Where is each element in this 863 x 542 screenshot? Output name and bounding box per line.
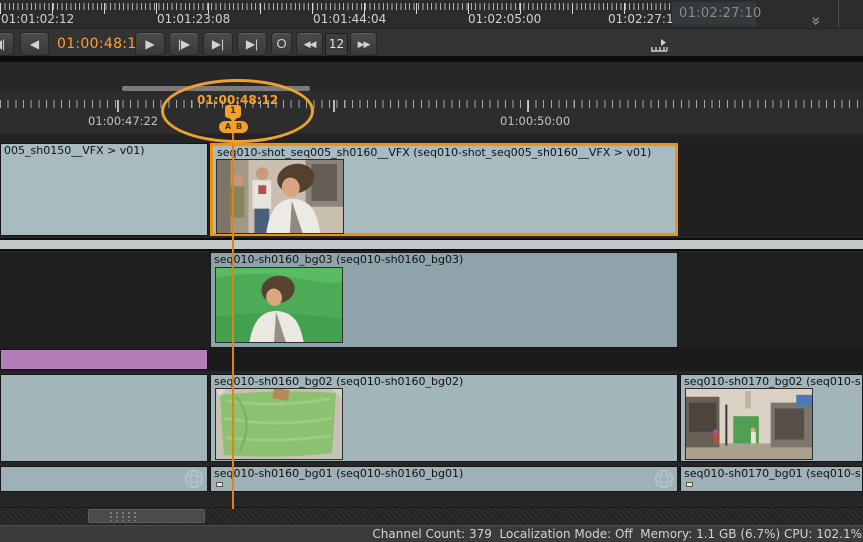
- transport-bar: ◀| ◀ 01:00:48:12 ▶ |▶ ▶| ▶| O ◀◀ 12 ▶▶: [0, 28, 863, 58]
- clip-thumbnail-green-cloth: [215, 388, 343, 460]
- back-frames-button[interactable]: ◀◀: [296, 32, 323, 56]
- track-row-vfx: 005_sh0150__VFX > v01) seq010-shot_seq00…: [0, 143, 863, 236]
- clip-title: seq010-sh0170_bg01 (seq010-sh01: [684, 467, 860, 480]
- timeline-clip[interactable]: seq010-sh0160_bg03 (seq010-sh0160_bg03): [210, 252, 678, 348]
- forward-frames-button[interactable]: ▶▶: [350, 32, 377, 56]
- timeline-clip-purple[interactable]: [0, 349, 208, 370]
- clip-title: seq010-sh0160_bg02 (seq010-sh0160_bg02): [214, 375, 675, 388]
- timeline-clip[interactable]: [0, 374, 208, 462]
- horizontal-scrollbar-thumb[interactable]: [88, 509, 205, 523]
- marker-a-label: A: [225, 121, 231, 133]
- track-header-strip: [0, 134, 863, 143]
- timeline-clip[interactable]: seq010-sh0170_bg01 (seq010-sh01: [680, 466, 863, 492]
- timeline-clip[interactable]: seq010-sh0170_bg02 (seq010-sh01: [680, 374, 863, 462]
- marker-b-label: B: [236, 121, 242, 133]
- timeline-ruler-label: 01:00:47:22: [88, 114, 158, 128]
- clip-thumbnail-boy-street: [216, 159, 344, 234]
- top-ruler-label: 01:02:05:00: [468, 12, 541, 26]
- timeline-clip[interactable]: 005_sh0150__VFX > v01): [0, 143, 208, 236]
- render-status-icon: [216, 482, 223, 487]
- marker-ab-badge[interactable]: A B: [219, 121, 248, 133]
- play-button[interactable]: ▶: [135, 32, 165, 56]
- clip-title: seq010-shot_seq005_sh0160__VFX (seq010-s…: [217, 146, 673, 159]
- track-row-bg02: seq010-sh0160_bg02 (seq010-sh0160_bg02) …: [0, 374, 863, 462]
- track-row-bg01: seq010-sh0160_bg01 (seq010-sh0160_bg01) …: [0, 466, 863, 492]
- track-row-purple: [0, 348, 863, 371]
- track-row-bg03: seq010-sh0160_bg03 (seq010-sh0160_bg03): [0, 252, 863, 348]
- timeline-ruler-ticks: [0, 100, 863, 108]
- nle-timeline-window: 01:01:02:12 01:01:23:08 01:01:44:04 01:0…: [0, 0, 863, 542]
- current-timecode-display: 01:00:48:12: [57, 32, 133, 56]
- timeline-marker-1[interactable]: 1: [225, 105, 241, 118]
- scrollbar-grip-dots: [110, 512, 137, 521]
- frame-count-field[interactable]: 12: [325, 33, 348, 56]
- top-ruler-label: 01:02:27:10: [608, 12, 681, 26]
- clip-thumbnail-boy-greenscreen: [215, 267, 343, 343]
- timeline-clip-selected[interactable]: seq010-shot_seq005_sh0160__VFX (seq010-s…: [210, 143, 678, 236]
- timeline-ruler-label: 01:00:50:00: [500, 114, 570, 128]
- timeline-clip[interactable]: [0, 466, 208, 492]
- timeline-clip[interactable]: seq010-sh0160_bg02 (seq010-sh0160_bg02): [210, 374, 678, 462]
- top-ruler-label: 01:01:02:12: [1, 12, 74, 26]
- track-divider-bar[interactable]: [0, 238, 863, 251]
- top-ruler-label: 01:01:23:08: [157, 12, 230, 26]
- play-reverse-button[interactable]: ◀: [20, 32, 49, 56]
- step-back-button[interactable]: ◀|: [0, 32, 14, 56]
- clip-title: seq010-sh0170_bg02 (seq010-sh01: [684, 375, 860, 388]
- play-in-to-out-button[interactable]: |▶: [169, 32, 199, 56]
- motion-adapter-icon: [654, 469, 674, 489]
- timeline-ruler[interactable]: 01:00:47:22 01:00:50:00: [0, 91, 863, 134]
- go-to-end-button[interactable]: ▶|: [237, 32, 267, 56]
- playhead-line[interactable]: [232, 129, 234, 509]
- timeline-ruler-major-tick: [333, 100, 335, 112]
- secondary-timecode-display: 01:02:27:10: [672, 2, 756, 26]
- timeline-ruler-major-tick: [527, 100, 529, 112]
- status-bar: Channel Count: 379 Localization Mode: Of…: [0, 525, 863, 542]
- clip-title: 005_sh0150__VFX > v01): [4, 144, 205, 157]
- go-to-next-edit-button[interactable]: ▶|: [203, 32, 233, 56]
- timeline-ruler-major-tick: [117, 100, 119, 112]
- clip-title: seq010-sh0160_bg01 (seq010-sh0160_bg01): [214, 467, 675, 480]
- motion-adapter-icon: [184, 469, 204, 489]
- render-status-icon: [686, 482, 693, 487]
- top-ruler-label: 01:01:44:04: [313, 12, 386, 26]
- overwrite-button[interactable]: O: [271, 32, 292, 56]
- mark-in-ruler-icon[interactable]: [650, 37, 668, 52]
- timeline-clip[interactable]: seq010-sh0160_bg01 (seq010-sh0160_bg01): [210, 466, 678, 492]
- clip-thumbnail-street-greenscreen: [685, 388, 813, 460]
- clip-title: seq010-sh0160_bg03 (seq010-sh0160_bg03): [214, 253, 675, 266]
